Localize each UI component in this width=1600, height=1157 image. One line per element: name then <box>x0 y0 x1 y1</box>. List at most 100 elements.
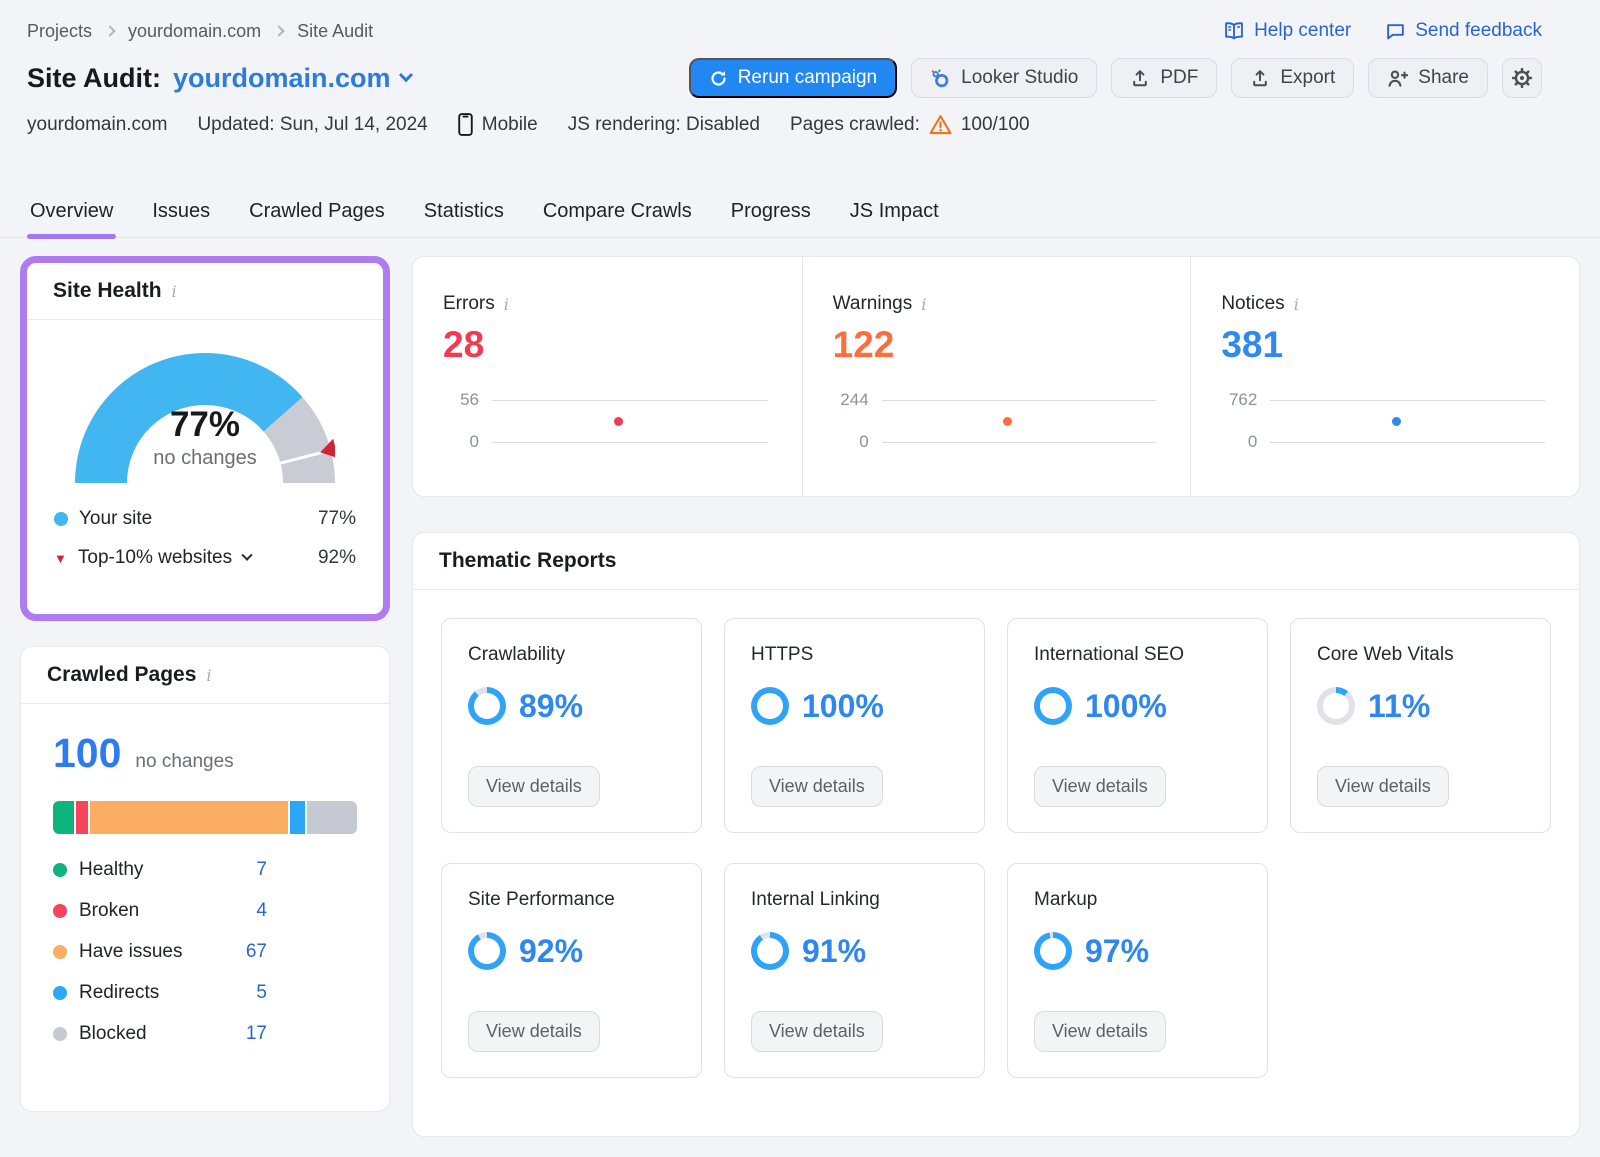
pdf-button[interactable]: PDF <box>1111 58 1217 98</box>
tab-overview[interactable]: Overview <box>27 190 116 237</box>
errors-value[interactable]: 28 <box>443 324 772 366</box>
domain-name: yourdomain.com <box>173 63 391 94</box>
share-label: Share <box>1418 67 1469 89</box>
meta-pages-crawled: Pages crawled: 100/100 <box>790 114 1030 136</box>
redirects-value[interactable]: 5 <box>256 982 267 1004</box>
view-details-button[interactable]: View details <box>751 1011 883 1052</box>
report-card-https: HTTPS 100% View details <box>724 618 985 833</box>
redirects-label: Redirects <box>79 982 159 1004</box>
view-details-button[interactable]: View details <box>1317 766 1449 807</box>
errors-datapoint[interactable] <box>614 417 623 426</box>
tab-issues[interactable]: Issues <box>149 190 213 237</box>
info-icon[interactable]: i <box>504 295 509 313</box>
chevron-right-icon <box>104 25 115 36</box>
healthy-value[interactable]: 7 <box>256 859 267 881</box>
domain-selector[interactable]: yourdomain.com <box>173 63 411 94</box>
legend-top10-websites: ▼ Top-10% websites 92% <box>54 547 356 569</box>
mobile-phone-icon <box>458 113 473 136</box>
warnings-column: Warnings i 122 244 0 <box>802 257 1191 496</box>
legend-have-issues: Have issues 67 <box>53 941 267 963</box>
notices-value[interactable]: 381 <box>1221 324 1549 366</box>
bar-segment-blocked[interactable] <box>307 801 357 834</box>
rerun-campaign-button[interactable]: Rerun campaign <box>689 58 897 98</box>
gridline <box>1270 400 1545 401</box>
have-issues-value[interactable]: 67 <box>246 941 267 963</box>
looker-studio-icon <box>930 68 951 89</box>
top10-value: 92% <box>318 547 356 569</box>
axis-min-label: 0 <box>443 432 479 452</box>
blue-dot-icon <box>53 986 67 1000</box>
tab-crawled-pages[interactable]: Crawled Pages <box>246 190 388 237</box>
notices-column: Notices i 381 762 0 <box>1190 257 1579 496</box>
broken-value[interactable]: 4 <box>256 900 267 922</box>
book-icon <box>1223 20 1245 42</box>
looker-studio-button[interactable]: Looker Studio <box>911 58 1097 98</box>
gridline <box>882 442 1157 443</box>
warnings-label: Warnings <box>833 293 913 315</box>
view-details-button[interactable]: View details <box>1034 766 1166 807</box>
report-title: International SEO <box>1034 644 1241 666</box>
site-health-legend: Your site 77% ▼ Top-10% websites 92% <box>27 508 383 569</box>
help-center-link[interactable]: Help center <box>1223 20 1351 42</box>
info-icon[interactable]: i <box>1294 295 1299 313</box>
blocked-value[interactable]: 17 <box>246 1023 267 1045</box>
tab-compare-crawls[interactable]: Compare Crawls <box>540 190 695 237</box>
title-row: Site Audit: yourdomain.com Rerun campaig… <box>27 58 1542 98</box>
bar-segment-have-issues[interactable] <box>90 801 288 834</box>
main-content: Site Health i 77% no changes <box>20 256 1580 1137</box>
warnings-value[interactable]: 122 <box>833 324 1161 366</box>
report-score: 91% <box>802 933 866 970</box>
notices-datapoint[interactable] <box>1392 417 1401 426</box>
warning-triangle-icon <box>929 114 952 135</box>
breadcrumb: Projects yourdomain.com Site Audit <box>27 21 373 42</box>
blocked-label: Blocked <box>79 1023 147 1045</box>
tab-statistics[interactable]: Statistics <box>421 190 507 237</box>
help-center-label: Help center <box>1254 20 1351 42</box>
donut-chart <box>1317 687 1355 725</box>
errors-column: Errors i 28 56 0 <box>413 257 802 496</box>
view-details-button[interactable]: View details <box>1034 1011 1166 1052</box>
healthy-label: Healthy <box>79 859 143 881</box>
legend-healthy: Healthy 7 <box>53 859 267 881</box>
info-icon[interactable]: i <box>206 666 211 684</box>
top10-label: Top-10% websites <box>78 547 232 569</box>
view-details-button[interactable]: View details <box>751 766 883 807</box>
chevron-down-icon[interactable] <box>241 550 252 561</box>
crawled-pages-card: Crawled Pages i 100 no changes Healthy 7 <box>20 646 390 1112</box>
send-feedback-label: Send feedback <box>1415 20 1542 42</box>
view-details-button[interactable]: View details <box>468 766 600 807</box>
info-icon[interactable]: i <box>172 282 177 300</box>
settings-button[interactable] <box>1502 58 1542 98</box>
export-label: Export <box>1280 67 1335 89</box>
warnings-datapoint[interactable] <box>1003 417 1012 426</box>
crawled-pages-body: 100 no changes Healthy 7 Broken <box>21 704 389 1071</box>
legend-redirects: Redirects 5 <box>53 982 267 1004</box>
pages-crawled-value: 100/100 <box>961 114 1030 136</box>
share-button[interactable]: Share <box>1368 58 1488 98</box>
view-details-button[interactable]: View details <box>468 1011 600 1052</box>
crawled-pages-header: Crawled Pages i <box>21 647 389 704</box>
meta-js-rendering: JS rendering: Disabled <box>568 114 760 136</box>
gridline <box>492 400 768 401</box>
export-button[interactable]: Export <box>1231 58 1354 98</box>
report-title: Internal Linking <box>751 889 958 911</box>
breadcrumb-projects[interactable]: Projects <box>27 21 92 42</box>
notices-sparkline: 762 0 <box>1221 390 1549 452</box>
tab-js-impact[interactable]: JS Impact <box>847 190 942 237</box>
crawled-total-row: 100 no changes <box>53 730 357 777</box>
action-buttons: Rerun campaign Looker Studio PDF Export … <box>689 58 1542 98</box>
gear-icon <box>1511 67 1533 89</box>
bar-segment-broken[interactable] <box>76 801 88 834</box>
breadcrumb-domain[interactable]: yourdomain.com <box>128 21 261 42</box>
page-title: Site Audit: <box>27 63 161 94</box>
bar-segment-healthy[interactable] <box>53 801 74 834</box>
report-score: 89% <box>519 688 583 725</box>
chevron-down-icon <box>398 68 412 82</box>
tab-progress[interactable]: Progress <box>728 190 814 237</box>
crawled-pages-title: Crawled Pages <box>47 663 196 687</box>
meta-domain: yourdomain.com <box>27 114 167 136</box>
report-title: Core Web Vitals <box>1317 644 1524 666</box>
send-feedback-link[interactable]: Send feedback <box>1385 20 1542 42</box>
info-icon[interactable]: i <box>921 295 926 313</box>
bar-segment-redirects[interactable] <box>290 801 305 834</box>
